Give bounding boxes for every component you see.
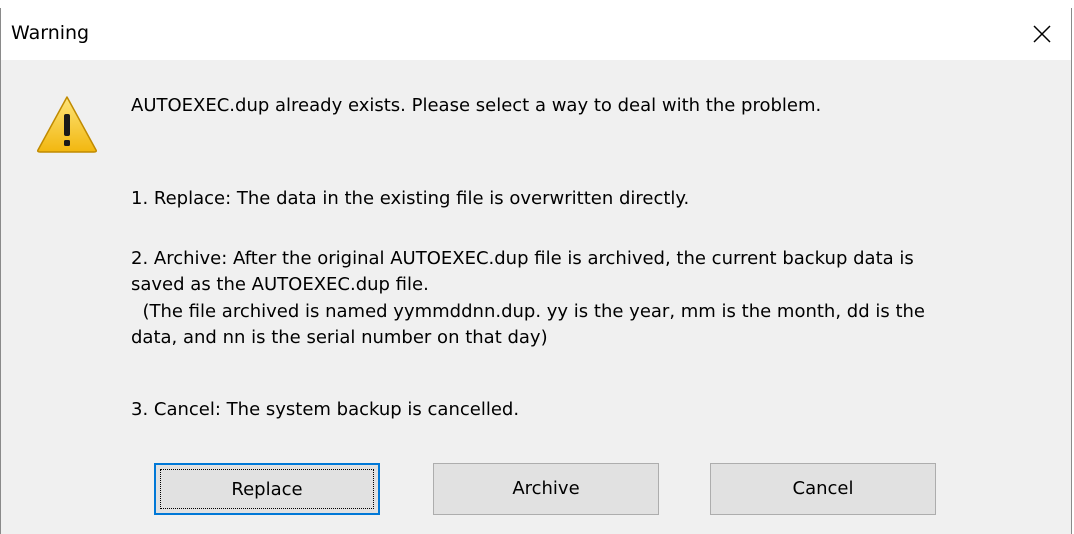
message-option-replace: 1. Replace: The data in the existing fil… [131,188,690,209]
cancel-button-label: Cancel [792,478,854,499]
replace-button-label: Replace [231,479,303,500]
window-title: Warning [11,22,90,44]
archive-button[interactable]: Archive [433,463,659,515]
message-archive-note: (The file archived is named yymmddnn.dup… [131,301,925,322]
message-headline: AUTOEXEC.dup already exists. Please sele… [131,95,822,116]
message-option-cancel: 3. Cancel: The system backup is cancelle… [131,399,520,420]
archive-button-label: Archive [512,478,580,499]
cancel-button[interactable]: Cancel [710,463,936,515]
message-option-archive-cont: saved as the AUTOEXEC.dup file. [131,274,429,295]
title-bar[interactable]: Warning [1,8,1071,60]
close-button[interactable] [1011,8,1071,60]
replace-button[interactable]: Replace [154,463,380,515]
message-option-archive: 2. Archive: After the original AUTOEXEC.… [131,248,914,269]
message-archive-note-cont: data, and nn is the serial number on tha… [131,327,548,348]
warning-dialog: Warning AUTOEXEC.dup already exists. Ple… [0,8,1072,534]
warning-icon [37,96,97,153]
close-icon [1033,25,1051,43]
